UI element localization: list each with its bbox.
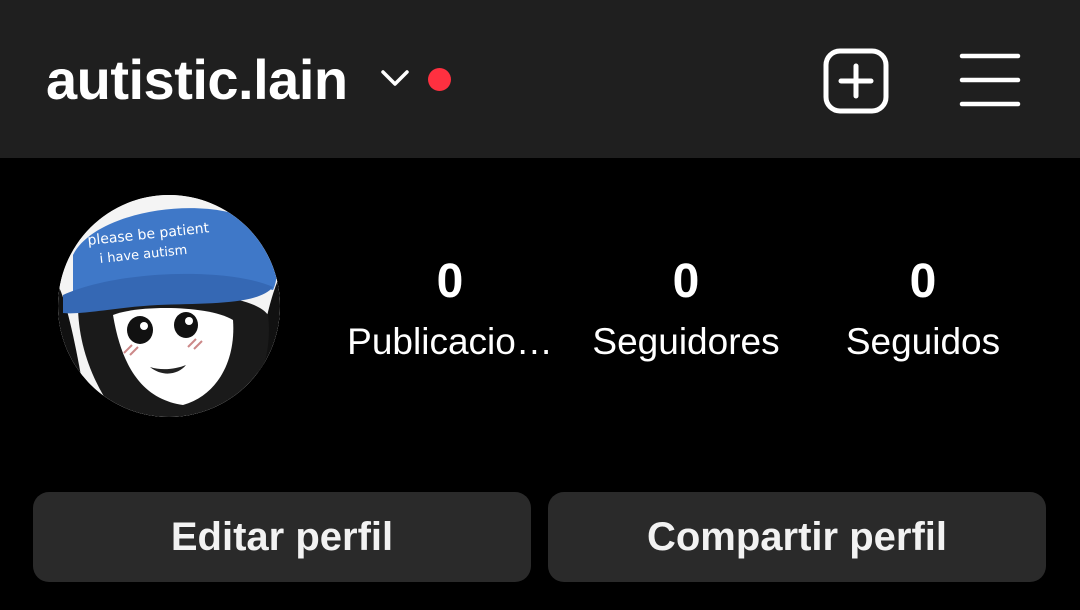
hamburger-menu-icon[interactable] <box>958 50 1022 110</box>
avatar-image: please be patient i have autism <box>58 195 280 417</box>
stat-following-count: 0 <box>909 255 937 308</box>
stat-posts[interactable]: 0 Publicacio… <box>330 250 570 368</box>
edit-profile-button[interactable]: Editar perfil <box>33 492 531 582</box>
chevron-down-icon[interactable] <box>380 68 410 90</box>
share-profile-button[interactable]: Compartir perfil <box>548 492 1046 582</box>
notification-dot <box>428 68 451 91</box>
add-square-icon[interactable] <box>822 47 890 115</box>
profile-avatar[interactable]: please be patient i have autism <box>58 195 280 417</box>
stat-posts-count: 0 <box>436 255 464 308</box>
username-title[interactable]: autistic.lain <box>46 46 348 114</box>
stat-followers[interactable]: 0 Seguidores <box>566 250 806 368</box>
stat-following[interactable]: 0 Seguidos <box>803 250 1043 368</box>
stat-followers-label: Seguidores <box>592 321 780 362</box>
stat-posts-label: Publicacio… <box>347 321 553 362</box>
stat-followers-count: 0 <box>672 255 700 308</box>
stat-following-label: Seguidos <box>845 321 1001 362</box>
top-bar: autistic.lain <box>0 0 1080 158</box>
